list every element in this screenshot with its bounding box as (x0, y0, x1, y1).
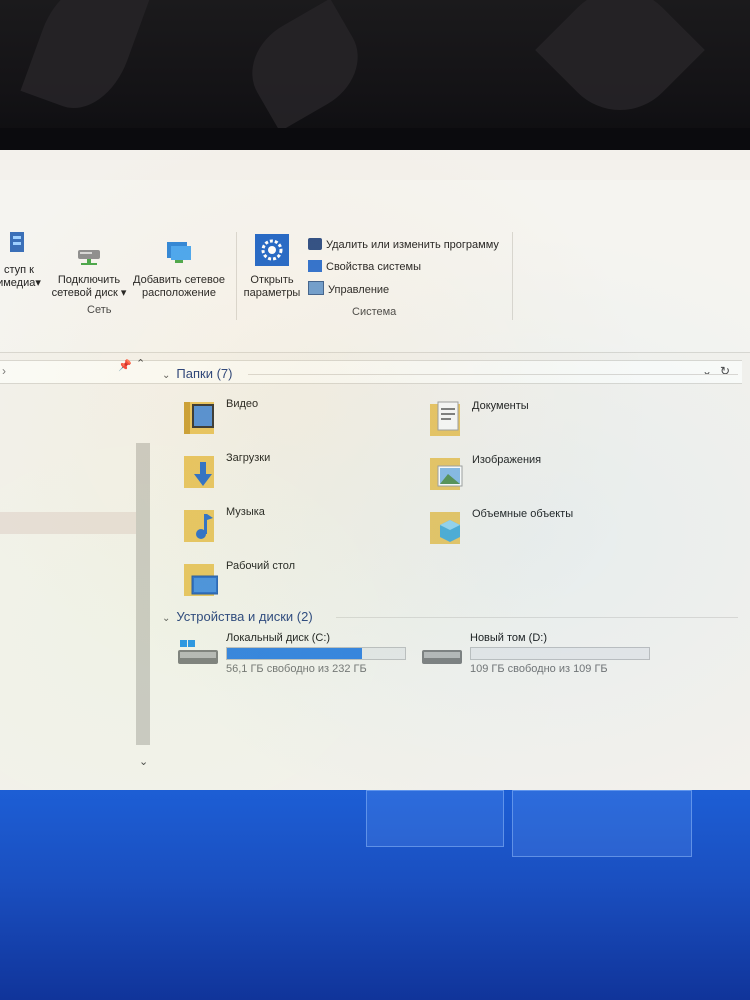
folders-header-label: Папки (7) (176, 366, 233, 381)
folder-name: Объемные объекты (472, 508, 574, 520)
group-label-network: Сеть (87, 304, 112, 316)
folder-item-documents[interactable]: Документы (428, 398, 648, 446)
drive-item-c[interactable]: Локальный диск (C:) 56,1 ГБ свободно из … (174, 632, 406, 676)
drive-name: Локальный диск (C:) (226, 632, 331, 644)
windows-logo-pane (512, 790, 692, 857)
hard-drive-icon (422, 650, 462, 664)
map-drive-label: Подключить (57, 274, 121, 286)
documents-folder-icon (430, 401, 460, 436)
monitor-bezel (0, 128, 750, 150)
folder-item-downloads[interactable]: Загрузки (182, 450, 402, 498)
folder-name: Рабочий стол (226, 560, 296, 572)
ribbon-separator (512, 232, 513, 320)
navigation-scrollbar[interactable] (136, 443, 150, 745)
open-settings-label-2: параметры (243, 287, 301, 299)
open-settings-label: Открыть (250, 274, 294, 286)
decor-leaf (20, 0, 150, 122)
manage-button[interactable]: Управление (308, 281, 389, 297)
uninstall-label: Удалить или изменить программу (326, 239, 499, 251)
folder-item-3d-objects[interactable]: Объемные объекты (428, 506, 648, 554)
add-network-label-2: расположение (142, 287, 216, 299)
navigation-pane: 📌 ⌃ ⌄ (0, 355, 152, 790)
add-network-location-button[interactable]: Добавить сетевое расположение (130, 238, 228, 300)
folder-name: Музыка (226, 506, 265, 518)
drive-item-d[interactable]: Новый том (D:) 109 ГБ свободно из 109 ГБ (418, 632, 650, 676)
navigation-selected-item[interactable] (0, 512, 136, 534)
system-properties-label: Свойства системы (326, 261, 422, 273)
refresh-icon[interactable]: ↻ (720, 364, 730, 378)
media-access-label-2: имедиа▾ (0, 277, 41, 289)
pictures-folder-icon (430, 458, 463, 490)
drive-usage-fill (227, 648, 363, 659)
folder-item-pictures[interactable]: Изображения (428, 452, 648, 500)
downloads-folder-icon (184, 456, 214, 488)
drive-free-space: 109 ГБ свободно из 109 ГБ (470, 663, 608, 675)
open-settings-button[interactable]: Открыть параметры (240, 234, 304, 300)
folder-name: Загрузки (226, 452, 271, 464)
section-divider (336, 617, 738, 618)
pin-icon[interactable]: 📌 (118, 359, 132, 372)
system-properties-icon (308, 260, 322, 272)
ribbon-separator (236, 232, 237, 320)
media-access-label: ступ к (4, 264, 34, 276)
desktop-folder-icon (184, 564, 218, 596)
network-drive-icon (78, 250, 100, 265)
folder-name: Изображения (472, 454, 542, 466)
3d-objects-folder-icon (430, 512, 460, 544)
group-label-system: Система (352, 306, 397, 318)
collapse-caret-icon: ⌄ (162, 370, 171, 381)
address-dropdown-icon[interactable]: ⌄ (702, 364, 712, 378)
folder-item-video[interactable]: Видео (182, 396, 402, 444)
add-network-label: Добавить сетевое (133, 274, 225, 286)
scroll-up-icon[interactable]: ⌃ (136, 357, 145, 370)
network-location-icon (167, 242, 191, 263)
file-explorer-window: ступ к имедиа▾ Подключить сетевой диск ▾… (0, 150, 750, 790)
scroll-down-icon[interactable]: ⌄ (139, 755, 148, 768)
desktop-wallpaper (0, 785, 750, 1000)
settings-gear-icon (255, 234, 289, 266)
media-access-button[interactable]: ступ к имедиа▾ (0, 230, 42, 290)
folder-item-desktop[interactable]: Рабочий стол (182, 558, 402, 606)
windows-drive-icon (178, 640, 218, 664)
uninstall-program-button[interactable]: Удалить или изменить программу (308, 237, 499, 253)
devices-header-label: Устройства и диски (2) (176, 609, 313, 624)
section-divider (248, 374, 738, 375)
decor-leaf (535, 0, 705, 135)
decor-leaf (234, 0, 376, 132)
devices-section-header[interactable]: ⌄ Устройства и диски (2) (162, 609, 313, 624)
drive-free-space: 56,1 ГБ свободно из 232 ГБ (226, 663, 367, 675)
system-properties-button[interactable]: Свойства системы (308, 259, 421, 275)
drive-usage-bar (470, 647, 650, 660)
drive-usage-bar (226, 647, 406, 660)
folder-name: Документы (472, 400, 529, 412)
drive-name: Новый том (D:) (470, 632, 547, 644)
music-folder-icon (184, 510, 214, 542)
manage-label: Управление (328, 284, 390, 296)
computer-management-icon (308, 281, 324, 295)
map-network-drive-button[interactable]: Подключить сетевой диск ▾ (50, 244, 128, 300)
map-drive-label-2: сетевой диск ▾ (51, 287, 127, 299)
media-server-icon (10, 232, 24, 252)
folder-name: Видео (226, 398, 259, 410)
collapse-caret-icon: ⌄ (162, 613, 171, 624)
folder-item-music[interactable]: Музыка (182, 504, 402, 552)
programs-icon (308, 238, 322, 250)
windows-logo-pane (366, 790, 504, 847)
folders-section-header[interactable]: ⌄ Папки (7) (162, 366, 232, 381)
video-folder-icon (184, 402, 214, 434)
